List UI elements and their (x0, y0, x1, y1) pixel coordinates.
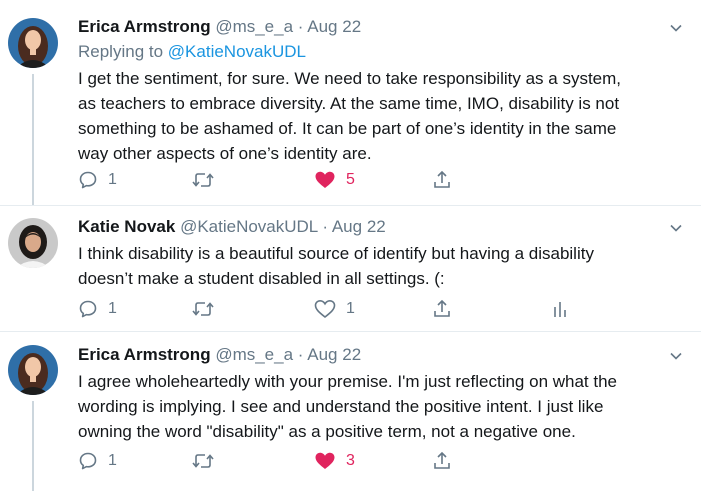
analytics-button[interactable] (552, 297, 568, 321)
author-name[interactable]: Erica Armstrong (78, 17, 211, 36)
replying-to: Replying to @KatieNovakUDL (78, 42, 306, 62)
share-icon (434, 299, 450, 317)
reply-count: 1 (108, 300, 117, 317)
like-count: 1 (346, 300, 355, 317)
author-name[interactable]: Erica Armstrong (78, 345, 211, 364)
tweet-text-line: wording is implying. I see and understan… (78, 397, 604, 416)
separator: · (297, 17, 304, 36)
tweet-actions: 1 3 (78, 449, 678, 473)
reply-button[interactable]: 1 (78, 449, 117, 473)
thread-line (32, 401, 34, 491)
tweet-text: I agree wholeheartedly with your premise… (78, 369, 688, 444)
avatar[interactable] (8, 345, 58, 395)
like-button[interactable]: 1 (314, 297, 355, 321)
reply-button[interactable]: 1 (78, 297, 117, 321)
reply-to-link[interactable]: @KatieNovakUDL (168, 42, 306, 61)
analytics-icon (554, 302, 566, 317)
retweet-button[interactable] (192, 168, 224, 192)
like-button[interactable]: 3 (314, 449, 355, 473)
tweet-actions: 1 5 (78, 168, 678, 192)
tweet-header: Erica Armstrong @ms_e_a · Aug 22 (78, 345, 361, 365)
tweet-date[interactable]: Aug 22 (307, 17, 361, 36)
author-handle[interactable]: @KatieNovakUDL (180, 217, 318, 236)
avatar[interactable] (8, 218, 58, 268)
author-name[interactable]: Katie Novak (78, 217, 175, 236)
tweet-text-line: I agree wholeheartedly with your premise… (78, 372, 618, 391)
reply-icon (79, 171, 97, 189)
tweet-actions: 1 1 (78, 297, 678, 321)
author-handle[interactable]: @ms_e_a (215, 345, 293, 364)
reply-count: 1 (108, 452, 117, 469)
reply-button[interactable]: 1 (78, 168, 117, 192)
retweet-icon (192, 302, 214, 316)
tweet-text-line: doesn’t make a student disabled in all s… (78, 269, 445, 288)
heart-icon (314, 299, 336, 319)
share-icon (434, 170, 450, 188)
retweet-button[interactable] (192, 297, 224, 321)
tweet-header: Katie Novak @KatieNovakUDL · Aug 22 (78, 217, 386, 237)
tweet-text-line: owning the word "disability" as a positi… (78, 422, 576, 441)
retweet-icon (192, 173, 214, 187)
tweet-header: Erica Armstrong @ms_e_a · Aug 22 (78, 17, 361, 37)
tweet-text-line: I get the sentiment, for sure. We need t… (78, 69, 622, 88)
separator: · (297, 345, 304, 364)
tweet-text-line: I think disability is a beautiful source… (78, 244, 594, 263)
thread-line (32, 74, 34, 205)
tweet-date[interactable]: Aug 22 (307, 345, 361, 364)
share-button[interactable] (432, 168, 452, 192)
heart-filled-icon (315, 171, 335, 188)
tweet-1: Erica Armstrong @ms_e_a · Aug 22 Replyin… (0, 0, 701, 205)
chevron-down-icon[interactable] (669, 349, 683, 363)
like-count: 5 (346, 171, 355, 188)
retweet-button[interactable] (192, 449, 224, 473)
reply-icon (79, 300, 97, 318)
reply-count: 1 (108, 171, 117, 188)
heart-filled-icon (315, 452, 335, 469)
avatar[interactable] (8, 18, 58, 68)
tweet-2: Katie Novak @KatieNovakUDL · Aug 22 I th… (0, 206, 701, 341)
tweet-date[interactable]: Aug 22 (332, 217, 386, 236)
reply-prefix: Replying to (78, 42, 164, 61)
retweet-icon (192, 454, 214, 468)
tweet-text-line: as teachers to embrace diversity. At the… (78, 94, 620, 113)
author-handle[interactable]: @ms_e_a (215, 17, 293, 36)
share-button[interactable] (432, 449, 452, 473)
tweet-text: I think disability is a beautiful source… (78, 241, 688, 291)
tweet-3: Erica Armstrong @ms_e_a · Aug 22 I agree… (0, 332, 701, 491)
like-count: 3 (346, 452, 355, 469)
tweet-text-line: way other aspects of one’s identity are. (78, 144, 372, 163)
tweet-text-line: something to be ashamed of. It can be pa… (78, 119, 617, 138)
reply-icon (79, 452, 97, 470)
tweet-text: I get the sentiment, for sure. We need t… (78, 66, 688, 166)
share-icon (434, 451, 450, 469)
separator: · (322, 217, 329, 236)
share-button[interactable] (432, 297, 452, 321)
chevron-down-icon[interactable] (669, 221, 683, 235)
like-button[interactable]: 5 (314, 168, 355, 192)
chevron-down-icon[interactable] (669, 21, 683, 35)
